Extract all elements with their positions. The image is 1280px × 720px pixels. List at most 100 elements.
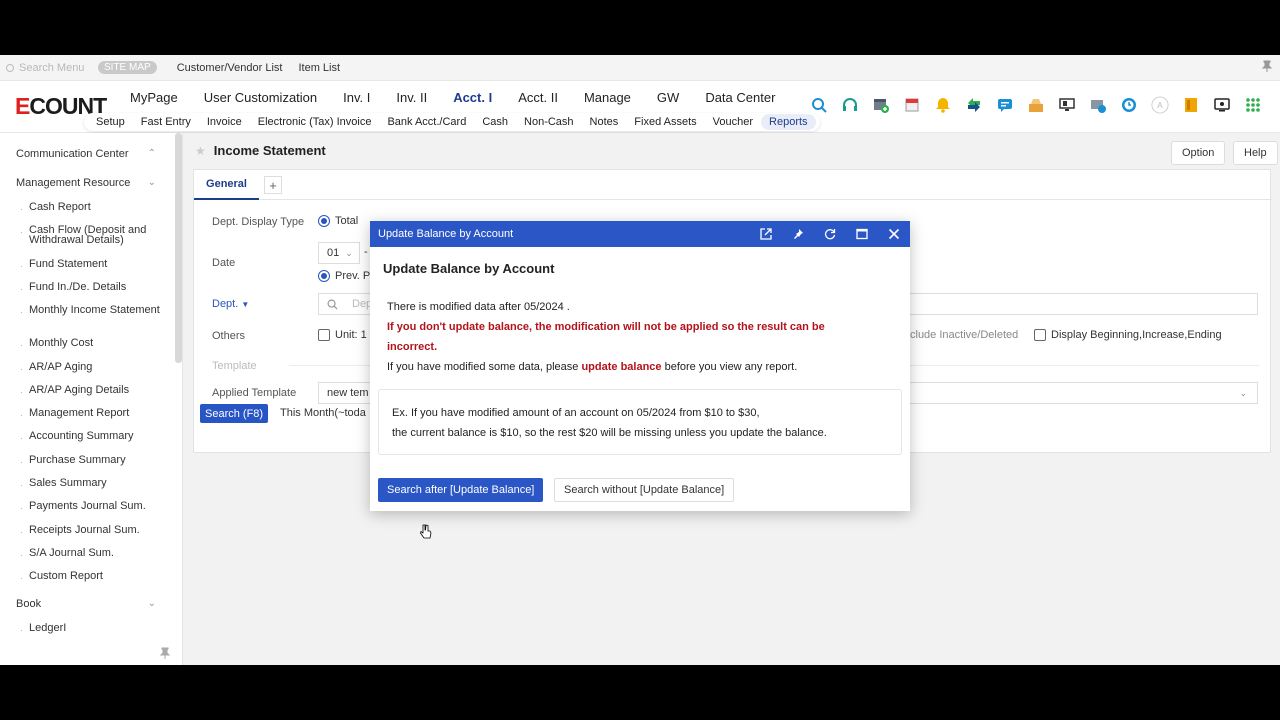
- subnav-voucher[interactable]: Voucher: [705, 114, 761, 130]
- search-icon[interactable]: [810, 96, 828, 114]
- help-button[interactable]: Help: [1233, 141, 1278, 165]
- print-settings-icon[interactable]: [1089, 96, 1107, 114]
- pin-icon[interactable]: [159, 647, 171, 662]
- sidebar-item-accounting-summary[interactable]: · Accounting Summary: [20, 430, 160, 444]
- sidebar-item-label: AR/AP Aging Details: [29, 384, 130, 396]
- subnav-non-cash[interactable]: Non-Cash: [516, 114, 582, 130]
- tab-general[interactable]: General: [194, 170, 259, 200]
- prev-period-radio[interactable]: Prev. P: [318, 270, 370, 282]
- subnav-bank-acct-card[interactable]: Bank Acct./Card: [379, 114, 474, 130]
- search-icon: [6, 63, 14, 72]
- headset-icon[interactable]: [841, 96, 859, 114]
- sidebar-item-custom-report[interactable]: · Custom Report: [20, 571, 160, 584]
- sidebar-item-payments-journal-sum[interactable]: · Payments Journal Sum.: [20, 501, 160, 514]
- nav-acct-2[interactable]: Acct. II: [518, 90, 558, 105]
- bullet-icon: ·: [20, 434, 23, 443]
- nav-mypage[interactable]: MyPage: [130, 90, 178, 105]
- bell-icon[interactable]: [934, 96, 952, 114]
- app-screen: Search Menu SITE MAP Customer/Vendor Lis…: [0, 55, 1280, 665]
- search-menu-placeholder: Search Menu: [19, 61, 85, 74]
- date-month-value: 01: [327, 247, 340, 259]
- tab-row: General +: [194, 170, 1272, 200]
- subnav-fixed-assets[interactable]: Fixed Assets: [626, 114, 704, 130]
- subnav-fast-entry[interactable]: Fast Entry: [133, 114, 199, 130]
- sidebar-item-cash-flow[interactable]: · Cash Flow (Deposit and Withdrawal Detai…: [20, 225, 160, 246]
- search-without-update-balance-button[interactable]: Search without [Update Balance]: [554, 478, 735, 502]
- monitor-icon[interactable]: [1213, 96, 1231, 114]
- dialog-title-bar[interactable]: Update Balance by Account: [370, 221, 910, 247]
- bullet-icon: ·: [20, 365, 23, 374]
- calendar-icon[interactable]: [903, 96, 921, 114]
- display-icon[interactable]: [1058, 96, 1076, 114]
- book-icon[interactable]: [1182, 96, 1200, 114]
- chat-icon[interactable]: [996, 96, 1014, 114]
- add-window-icon[interactable]: [872, 96, 890, 114]
- sidebar-scrollbar[interactable]: [175, 133, 182, 363]
- sidebar-item-receipts-journal-sum[interactable]: · Receipts Journal Sum.: [20, 525, 160, 538]
- sidebar-item-cash-report[interactable]: · Cash Report: [20, 202, 160, 215]
- sidebar-section-book[interactable]: Book ⌄: [16, 598, 156, 610]
- sidebar-item-sa-journal-sum[interactable]: · S/A Journal Sum.: [20, 548, 160, 561]
- header: ECOUNT MyPage User Customization Inv. I …: [0, 81, 1280, 133]
- search-menu[interactable]: Search Menu: [6, 62, 98, 74]
- nav-data-center[interactable]: Data Center: [705, 90, 775, 105]
- date-month-select[interactable]: 01 ⌄: [318, 242, 360, 264]
- pin-icon[interactable]: [790, 226, 806, 242]
- subnav-setup[interactable]: Setup: [88, 114, 133, 130]
- nav-gw[interactable]: GW: [657, 90, 679, 105]
- nav-acct-1[interactable]: Acct. I: [453, 90, 492, 105]
- inbox-icon[interactable]: [1027, 96, 1045, 114]
- search-after-update-balance-button[interactable]: Search after [Update Balance]: [378, 478, 544, 502]
- sidebar-item-ar-ap-aging[interactable]: · AR/AP Aging: [20, 362, 160, 375]
- sidebar-section-management-resource[interactable]: Management Resource ⌄: [16, 177, 156, 189]
- sidebar-item-sales-summary[interactable]: · Sales Summary: [20, 478, 160, 491]
- sitemap-badge[interactable]: SITE MAP: [98, 61, 157, 74]
- sidebar-item-monthly-income-statement[interactable]: · Monthly Income Statement: [20, 305, 160, 318]
- dialog-bar-title: Update Balance by Account: [378, 228, 514, 240]
- bullet-icon: ·: [20, 285, 23, 294]
- sidebar-item-fund-statement[interactable]: · Fund Statement: [20, 259, 160, 272]
- external-link-icon[interactable]: [758, 226, 774, 242]
- subnav-cash[interactable]: Cash: [474, 114, 516, 130]
- dept-display-total-radio[interactable]: Total: [318, 215, 358, 227]
- dept-label[interactable]: Dept. ▼: [212, 298, 249, 310]
- sidebar-item-monthly-cost[interactable]: · Monthly Cost: [20, 338, 160, 351]
- sidebar-section-communication-center[interactable]: Communication Center ⌃: [16, 148, 156, 160]
- clock-icon[interactable]: [1120, 96, 1138, 114]
- maximize-icon[interactable]: [854, 226, 870, 242]
- subnav-electronic-tax-invoice[interactable]: Electronic (Tax) Invoice: [250, 114, 380, 130]
- hand-cursor-icon: [420, 524, 432, 539]
- search-f8-button[interactable]: Search (F8): [200, 404, 269, 423]
- nav-inv-2[interactable]: Inv. II: [396, 90, 427, 105]
- subnav-reports[interactable]: Reports: [761, 114, 816, 130]
- bullet-icon: ·: [20, 504, 23, 513]
- nav-manage[interactable]: Manage: [584, 90, 631, 105]
- subnav-invoice[interactable]: Invoice: [199, 114, 250, 130]
- subnav-notes[interactable]: Notes: [582, 114, 627, 130]
- refresh-icon[interactable]: [822, 226, 838, 242]
- sidebar-item-ar-ap-aging-details[interactable]: · AR/AP Aging Details: [20, 384, 160, 398]
- customer-vendor-list-link[interactable]: Customer/Vendor List: [177, 62, 283, 74]
- pin-icon[interactable]: [1261, 60, 1273, 75]
- sidebar-item-management-report[interactable]: · Management Report: [20, 408, 160, 421]
- chevron-down-icon: ⌄: [147, 598, 156, 609]
- option-button[interactable]: Option: [1171, 141, 1226, 165]
- user-avatar-icon[interactable]: A: [1151, 96, 1169, 114]
- sidebar-item-ledger[interactable]: · LedgerI: [20, 623, 160, 636]
- dialog-title: Update Balance by Account: [383, 261, 555, 276]
- sidebar-item-fund-in-de-details[interactable]: · Fund In./De. Details: [20, 282, 160, 295]
- sidebar-item-purchase-summary[interactable]: · Purchase Summary: [20, 455, 160, 468]
- sync-arrows-icon[interactable]: [965, 96, 983, 114]
- unit-checkbox[interactable]: Unit: 1: [318, 329, 367, 341]
- nav-inv-1[interactable]: Inv. I: [343, 90, 370, 105]
- add-tab-button[interactable]: +: [264, 176, 282, 194]
- grid-apps-icon[interactable]: [1244, 96, 1262, 114]
- checkbox-label: Unit: 1: [335, 329, 367, 341]
- star-icon[interactable]: ★: [195, 144, 206, 158]
- applied-template-label: Applied Template: [212, 387, 297, 399]
- sidebar-item-label: Accounting Summary: [29, 430, 134, 442]
- close-icon[interactable]: [886, 226, 902, 242]
- display-beginning-checkbox[interactable]: Display Beginning,Increase,Ending: [1034, 329, 1222, 341]
- item-list-link[interactable]: Item List: [298, 62, 340, 74]
- nav-user-customization[interactable]: User Customization: [204, 90, 317, 105]
